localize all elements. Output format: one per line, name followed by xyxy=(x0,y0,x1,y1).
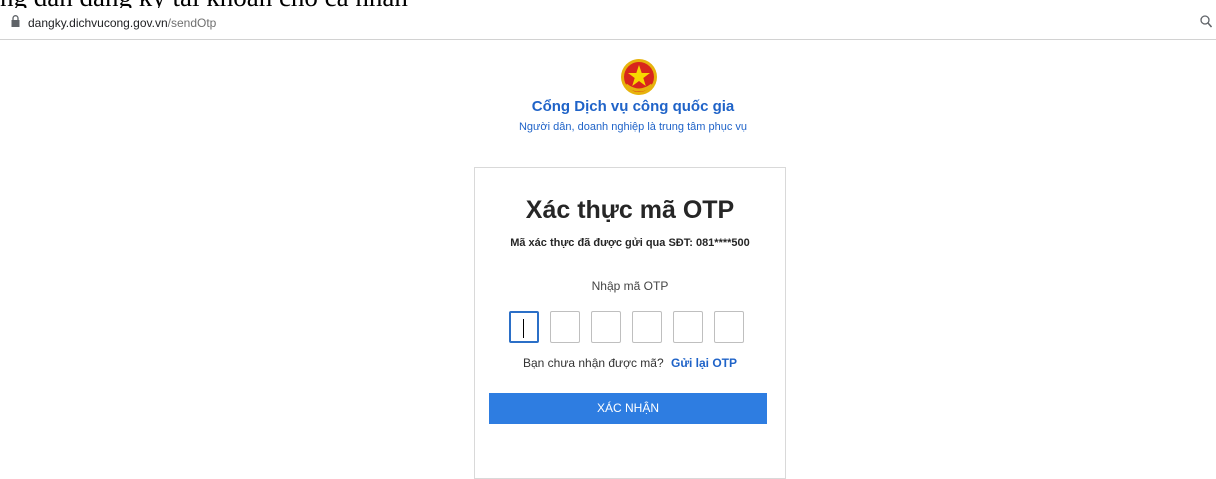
zoom-icon[interactable] xyxy=(1200,15,1213,34)
otp-digit-3[interactable] xyxy=(591,311,621,343)
partial-heading-text: ng dẫn đăng ký tài khoản cho cá nhân xyxy=(0,0,1216,8)
site-subtitle: Người dân, doanh nghiệp là trung tâm phụ… xyxy=(518,121,747,133)
resend-row: Bạn chưa nhận được mã? Gửi lại OTP xyxy=(475,356,785,370)
resend-prompt: Bạn chưa nhận được mã? xyxy=(522,356,664,370)
confirm-button[interactable]: XÁC NHẬN xyxy=(489,393,767,424)
otp-title: Xác thực mã OTP xyxy=(525,196,735,224)
lock-icon xyxy=(11,14,20,32)
browser-address-bar[interactable]: dangky.dichvucong.gov.vn/sendOtp xyxy=(0,8,1216,40)
otp-digit-4[interactable] xyxy=(632,311,662,343)
url-domain: dangky.dichvucong.gov.vn xyxy=(28,16,168,30)
text-caret xyxy=(523,319,524,338)
resend-otp-link[interactable]: Gửi lại OTP xyxy=(671,356,737,370)
otp-input-label: Nhập mã OTP xyxy=(591,279,669,293)
otp-digit-5[interactable] xyxy=(673,311,703,343)
otp-description: Mã xác thực đã được gửi qua SĐT: 081****… xyxy=(510,237,750,249)
national-emblem-icon xyxy=(620,58,658,101)
url-path: /sendOtp xyxy=(167,16,217,30)
url-text[interactable]: dangky.dichvucong.gov.vn/sendOtp xyxy=(28,16,216,30)
site-title: Cổng Dịch vụ công quốc gia xyxy=(531,98,735,115)
otp-digit-6[interactable] xyxy=(714,311,744,343)
otp-card: Xác thực mã OTP Mã xác thực đã được gửi … xyxy=(474,167,786,479)
otp-digit-1[interactable] xyxy=(509,311,539,343)
otp-digit-2[interactable] xyxy=(550,311,580,343)
